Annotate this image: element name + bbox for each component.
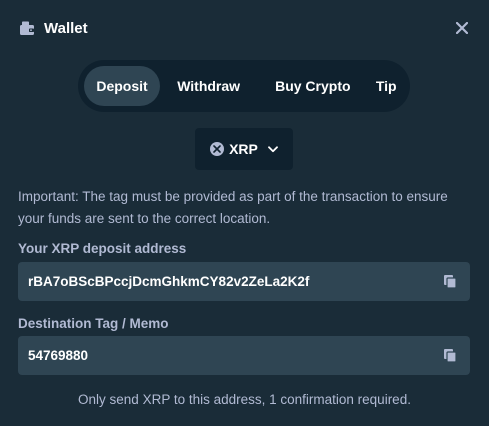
tab-buy-crypto[interactable]: Buy Crypto [257,66,368,106]
copy-address-button[interactable] [430,262,470,301]
xrp-icon [210,142,225,156]
close-button[interactable] [453,19,471,37]
important-notice: Important: The tag must be provided as p… [18,189,448,226]
tab-deposit[interactable]: Deposit [84,66,160,106]
tab-withdraw[interactable]: Withdraw [160,66,257,106]
deposit-address-field[interactable]: rBA7oBScBPccjDcmGhkmCY82v2ZeLa2K2f [18,262,470,301]
wallet-modal: Wallet Deposit Withdraw Buy Crypto Tip X… [0,0,489,426]
confirmation-note: Only send XRP to this address, 1 confirm… [78,392,411,407]
close-icon [456,22,468,34]
wallet-tabs: Deposit Withdraw Buy Crypto Tip [78,60,410,112]
destination-tag-field[interactable]: 54769880 [18,336,470,375]
wallet-icon [18,19,36,37]
modal-title: Wallet [44,19,88,37]
currency-select[interactable]: XRP [195,128,293,170]
copy-icon [444,275,457,289]
deposit-address-value[interactable]: rBA7oBScBPccjDcmGhkmCY82v2ZeLa2K2f [28,274,430,289]
destination-tag-value[interactable]: 54769880 [28,348,430,363]
tab-tip[interactable]: Tip [368,66,404,106]
currency-label: XRP [229,141,258,157]
destination-tag-label: Destination Tag / Memo [18,316,169,331]
copy-icon [444,349,457,363]
copy-tag-button[interactable] [430,336,470,375]
modal-header: Wallet [0,0,489,56]
deposit-address-label: Your XRP deposit address [18,241,187,256]
chevron-down-icon [267,145,278,152]
